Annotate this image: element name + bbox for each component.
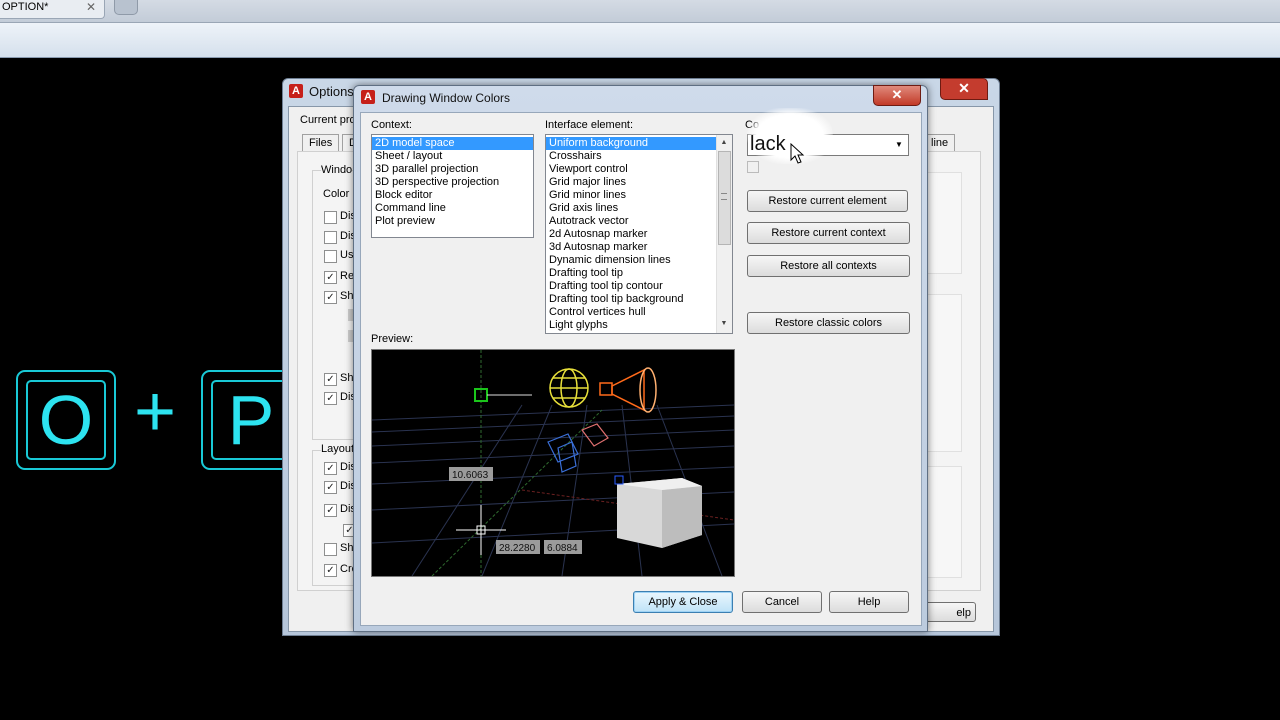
- checkbox-label: Sh: [340, 372, 354, 384]
- checkbox[interactable]: [324, 211, 337, 224]
- context-list-item[interactable]: Sheet / layout: [372, 150, 533, 163]
- context-label: Context:: [371, 119, 412, 131]
- autocad-app-icon: A: [289, 84, 303, 98]
- scroll-down-arrow-icon[interactable]: ▼: [717, 318, 731, 330]
- context-list-item[interactable]: 3D parallel projection: [372, 163, 533, 176]
- checkbox-label: Sh: [340, 290, 354, 302]
- interface-element-list-item[interactable]: Control vertices hull: [546, 306, 716, 319]
- help-button[interactable]: Help: [829, 591, 909, 613]
- camera-glyph-icon: [547, 433, 579, 473]
- checkbox-label: Us: [340, 249, 354, 261]
- context-list-item[interactable]: 2D model space: [372, 137, 533, 150]
- tab-files[interactable]: Files: [302, 134, 340, 152]
- preview-scene: 10.6063 28.2280 6.0884: [371, 350, 735, 577]
- interface-element-listbox[interactable]: Uniform background Crosshairs Viewport con…: [545, 134, 733, 334]
- spotlight-icon: [599, 367, 657, 413]
- interface-element-list-item[interactable]: Grid minor lines: [546, 189, 716, 202]
- browser-tab[interactable]: OPTION* ✕: [0, 0, 105, 19]
- cancel-button[interactable]: Cancel: [742, 591, 822, 613]
- options-right-panel: [926, 294, 962, 452]
- layout-elements-label: Layout: [321, 443, 355, 455]
- options-help-button[interactable]: elp: [920, 602, 976, 622]
- interface-element-list-item[interactable]: Drafting tool tip background: [546, 293, 716, 306]
- context-list-item[interactable]: Block editor: [372, 189, 533, 202]
- restore-current-context-button[interactable]: Restore current context: [747, 222, 910, 244]
- options-right-panel: [926, 172, 962, 274]
- checkbox-label: Sh: [340, 542, 354, 554]
- browser-tab-strip: [0, 0, 1280, 23]
- options-right-panel: [926, 466, 962, 578]
- checkbox-checked[interactable]: ✓: [324, 373, 337, 386]
- restore-all-contexts-button[interactable]: Restore all contexts: [747, 255, 910, 277]
- window-elements-label: Windo: [321, 164, 353, 176]
- dimension-value-b: 28.2280: [499, 543, 536, 554]
- thumb-grip-icon: [721, 193, 727, 200]
- interface-element-list-item[interactable]: Grid major lines: [546, 176, 716, 189]
- context-list-item[interactable]: 3D perspective projection: [372, 176, 533, 189]
- restore-current-element-button[interactable]: Restore current element: [747, 190, 908, 212]
- checkbox[interactable]: [324, 231, 337, 244]
- context-listbox[interactable]: 2D model space Sheet / layout 3D parallel …: [371, 134, 534, 238]
- interface-element-list-item[interactable]: Dynamic dimension lines: [546, 254, 716, 267]
- options-close-button[interactable]: ✕: [940, 78, 988, 100]
- checkbox-checked[interactable]: ✓: [324, 564, 337, 577]
- interface-element-list-item[interactable]: 3d Autosnap marker: [546, 241, 716, 254]
- dimension-value-a: 10.6063: [452, 470, 489, 481]
- dialog-close-button[interactable]: ✕: [873, 85, 921, 106]
- interface-element-list-item[interactable]: Light glyphs: [546, 319, 716, 332]
- color-scheme-label: Color: [323, 188, 350, 200]
- checkbox-checked[interactable]: ✓: [324, 271, 337, 284]
- restore-classic-colors-button[interactable]: Restore classic colors: [747, 312, 910, 334]
- interface-list-scrollbar[interactable]: ▲ ▼: [716, 135, 732, 333]
- globe-light-icon: [549, 368, 589, 408]
- mouse-cursor-icon: [790, 143, 805, 164]
- new-tab-button[interactable]: [114, 0, 138, 15]
- interface-element-list-item[interactable]: Viewport control: [546, 163, 716, 176]
- apply-close-button[interactable]: Apply & Close: [633, 591, 733, 613]
- dimension-value-c: 6.0884: [547, 543, 578, 554]
- checkbox[interactable]: [324, 250, 337, 263]
- interface-element-label: Interface element:: [545, 119, 634, 131]
- preview-canvas: 10.6063 28.2280 6.0884: [371, 349, 735, 577]
- color-value-zoomed: lack: [750, 133, 786, 155]
- checkbox-checked[interactable]: ✓: [324, 392, 337, 405]
- interface-element-list-item[interactable]: Uniform background: [546, 137, 716, 150]
- checkbox-label: Re: [340, 270, 355, 282]
- checkbox-checked[interactable]: ✓: [324, 504, 337, 517]
- checkbox-checked[interactable]: ✓: [324, 291, 337, 304]
- camera-glyph-red-icon: [581, 423, 609, 447]
- interface-element-list-item[interactable]: Crosshairs: [546, 150, 716, 163]
- solid-cube-icon: [617, 478, 702, 548]
- current-profile-label: Current pro: [300, 114, 356, 126]
- options-window-title: Options: [309, 84, 354, 99]
- tab-close-icon[interactable]: ✕: [86, 0, 96, 14]
- interface-element-list-item[interactable]: Drafting tool tip contour: [546, 280, 716, 293]
- checkbox-checked[interactable]: ✓: [324, 462, 337, 475]
- checkbox-checked[interactable]: ✓: [324, 481, 337, 494]
- key-combo-plus: +: [133, 372, 177, 452]
- chevron-down-icon[interactable]: ▼: [892, 135, 906, 155]
- context-list-item[interactable]: Command line: [372, 202, 533, 215]
- grip-marker-icon: [614, 475, 624, 485]
- interface-element-list-item[interactable]: Grid axis lines: [546, 202, 716, 215]
- context-list-item[interactable]: Plot preview: [372, 215, 533, 228]
- keycap-o: O: [16, 370, 116, 470]
- tint-checkbox[interactable]: [747, 161, 759, 173]
- interface-element-list-item[interactable]: Drafting tool tip: [546, 267, 716, 280]
- interface-element-list-item[interactable]: Autotrack vector: [546, 215, 716, 228]
- preview-label: Preview:: [371, 333, 414, 345]
- autocad-app-icon: A: [361, 90, 375, 104]
- interface-element-list-item[interactable]: 2d Autosnap marker: [546, 228, 716, 241]
- tab-title: OPTION*: [2, 1, 49, 13]
- scroll-up-arrow-icon[interactable]: ▲: [717, 137, 731, 149]
- tab-right-fragment[interactable]: line: [924, 134, 956, 152]
- dialog-title: Drawing Window Colors: [382, 91, 511, 105]
- checkbox[interactable]: [324, 543, 337, 556]
- application-ribbon-bar: [0, 23, 1280, 58]
- keycap-o-label: O: [38, 381, 94, 459]
